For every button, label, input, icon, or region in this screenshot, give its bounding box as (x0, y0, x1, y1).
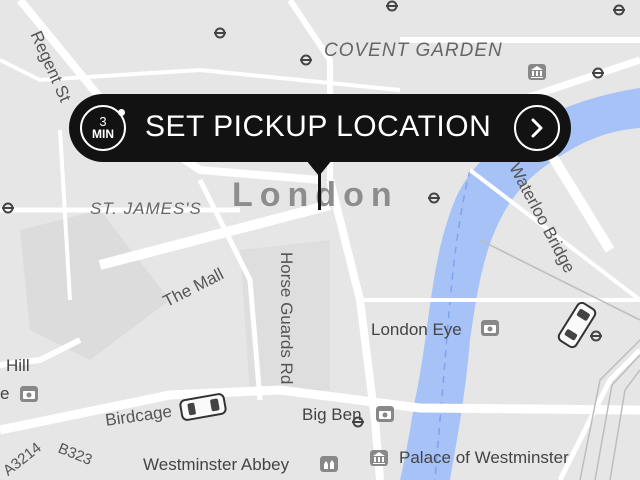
tube-icon (2, 202, 14, 214)
eta-badge: 3 MIN (80, 105, 126, 151)
label-city: London (232, 176, 399, 214)
pickup-label: SET PICKUP LOCATION (145, 110, 492, 143)
pickup-pin[interactable] (318, 168, 321, 210)
map[interactable]: Regent St COVENT GARDEN ST. JAMES'S Lond… (0, 0, 640, 480)
museum-icon (528, 64, 546, 80)
tube-icon (386, 0, 398, 12)
label-big-ben: Big Ben (302, 405, 362, 424)
eta-unit: MIN (92, 127, 114, 141)
label-hill: Hill (6, 356, 30, 375)
label-westminster-abbey: Westminster Abbey (143, 455, 290, 474)
set-pickup-location-button[interactable]: 3 MIN SET PICKUP LOCATION (69, 94, 571, 162)
tube-icon (592, 67, 604, 79)
label-london-eye: London Eye (371, 320, 462, 339)
church-icon (320, 456, 338, 472)
tube-icon (300, 54, 312, 66)
tube-icon (590, 330, 602, 342)
label-palace-of-westminster: Palace of Westminster (399, 448, 569, 467)
label-st-james: ST. JAMES'S (90, 199, 202, 218)
label-fragment: e (0, 384, 10, 403)
camera-icon (376, 406, 394, 422)
eta-dot (118, 109, 125, 116)
tube-icon (214, 27, 226, 39)
label-horse-guards-rd: Horse Guards Rd (277, 252, 296, 385)
camera-icon (481, 320, 499, 336)
tube-icon (613, 4, 625, 16)
camera-icon (20, 386, 38, 402)
chevron-right-icon[interactable] (514, 105, 560, 151)
museum-icon (370, 450, 388, 466)
tube-icon (428, 192, 440, 204)
label-covent-garden: COVENT GARDEN (324, 40, 503, 61)
